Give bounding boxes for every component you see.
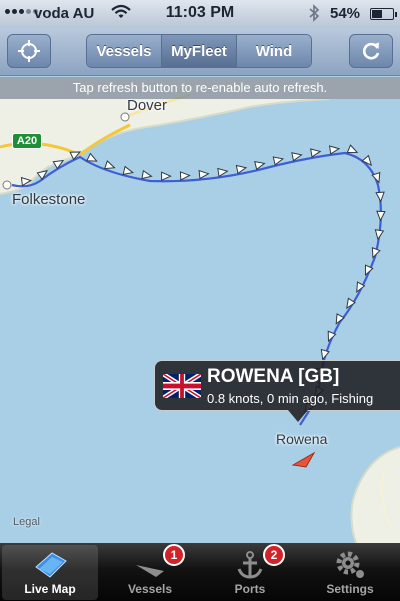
uk-flag-icon [163,374,201,398]
status-bar: voda AU 11:03 PM 54% [0,0,400,28]
refresh-icon [362,42,380,60]
vessel-status: 0.8 knots, 0 min ago, Fishing [207,391,374,406]
segment-myfleet[interactable]: MyFleet [162,35,237,67]
bluetooth-icon [308,4,320,26]
map-icon [35,552,67,578]
app-screen: voda AU 11:03 PM 54% Vessels MyFleet Win… [0,0,400,601]
tab-ports[interactable]: 2 Ports [202,544,298,600]
segment-wind[interactable]: Wind [237,35,311,67]
map-canvas [0,77,400,543]
segment-vessels[interactable]: Vessels [87,35,162,67]
refresh-button[interactable] [349,34,393,68]
locate-button[interactable] [7,34,51,68]
vessels-badge: 1 [163,544,185,566]
vessel-name: ROWENA [GB] [207,366,340,387]
map-filter-segmented-control: Vessels MyFleet Wind [86,34,312,68]
tab-bar: Live Map 1 Vessels 2 Ports Settings [0,543,400,601]
road-badge-a20: A20 [12,133,42,149]
battery-percentage: 54% [330,5,361,22]
tab-label-live-map: Live Map [24,582,76,596]
vessel-callout[interactable]: ROWENA [GB] 0.8 knots, 0 min ago, Fishin… [154,360,400,411]
live-map[interactable]: Dover Folkestone Rowena A20 Legal [0,77,400,543]
gear-icon [336,551,364,578]
tab-label-settings: Settings [326,582,374,596]
auto-refresh-notice: Tap refresh button to re-enable auto ref… [0,77,400,99]
callout-pointer [288,410,308,422]
tab-settings[interactable]: Settings [302,545,398,600]
navigation-bar: Vessels MyFleet Wind [0,28,400,76]
tab-vessels[interactable]: 1 Vessels [102,544,198,600]
battery-icon [370,8,397,20]
ports-badge: 2 [263,544,285,566]
legal-link[interactable]: Legal [13,516,40,528]
place-label-folkestone: Folkestone [12,191,86,208]
tab-label-ports: Ports [234,582,266,596]
place-label-rowena: Rowena [276,431,328,447]
crosshair-icon [18,40,40,62]
tab-live-map[interactable]: Live Map [2,545,98,600]
place-label-dover: Dover [127,97,168,114]
tab-label-vessels: Vessels [127,582,173,596]
